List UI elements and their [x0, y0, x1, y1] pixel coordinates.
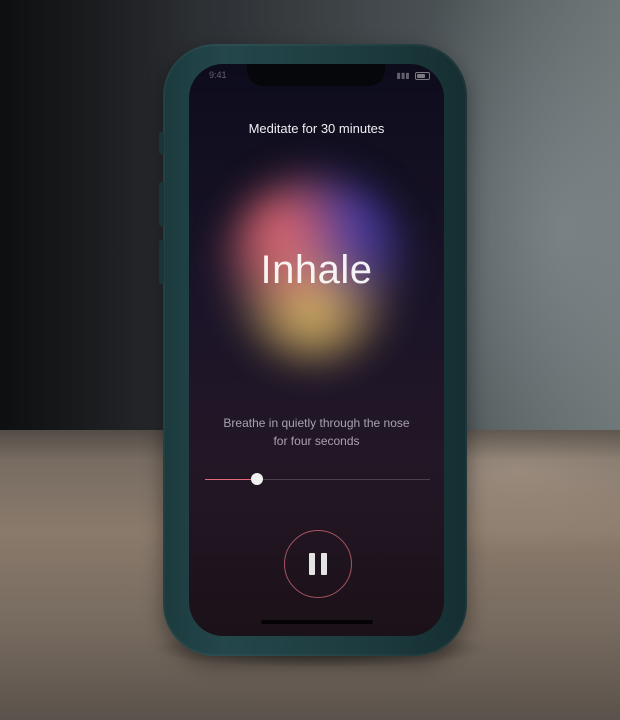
breath-instruction: Breathe in quietly through the nose for … — [223, 416, 410, 448]
home-indicator — [261, 620, 373, 624]
phone-screen: 9:41 ▮▮▮ Meditate for 30 minutes Inhale … — [189, 64, 444, 636]
progress-slider[interactable] — [205, 473, 430, 485]
progress-thumb[interactable] — [250, 473, 263, 485]
photo-scene: 9:41 ▮▮▮ Meditate for 30 minutes Inhale … — [0, 0, 620, 720]
pause-button[interactable] — [284, 530, 352, 598]
progress-fill — [205, 479, 257, 480]
mute-switch — [159, 132, 164, 154]
breath-phase-label: Inhale — [260, 248, 373, 292]
status-icons: ▮▮▮ — [397, 71, 430, 80]
volume-down-button — [159, 240, 164, 284]
signal-icon: ▮▮▮ — [396, 71, 410, 80]
notch — [247, 64, 385, 86]
battery-icon — [415, 71, 430, 80]
volume-up-button — [159, 182, 164, 226]
status-time: 9:41 — [209, 70, 227, 80]
session-title: Meditate for 30 minutes — [248, 121, 385, 136]
phone-device: 9:41 ▮▮▮ Meditate for 30 minutes Inhale … — [159, 44, 467, 656]
